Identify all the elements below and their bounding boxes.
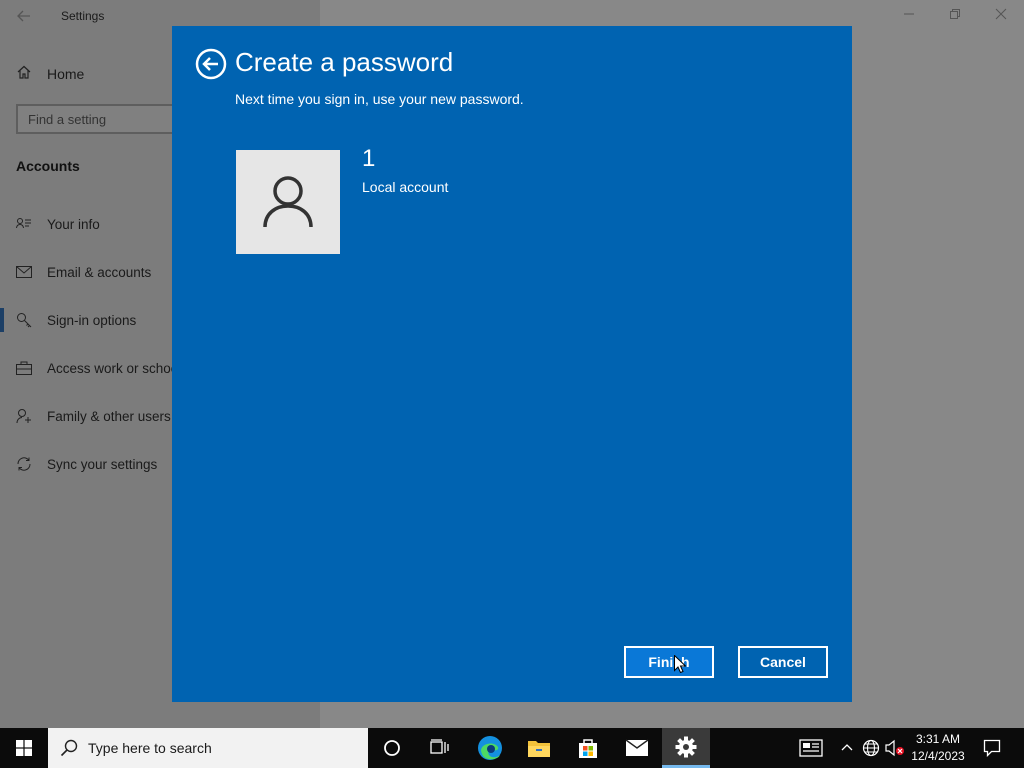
sidebar-item-label: Sync your settings (47, 456, 158, 472)
taskbar: Type here to search 3:31 AM 12/4/2023 (0, 728, 1024, 768)
sidebar-item-label: Family & other users (47, 408, 171, 424)
section-heading: Accounts (16, 158, 80, 174)
mouse-cursor-icon (674, 655, 686, 673)
person-add-icon (16, 408, 32, 424)
account-type: Local account (362, 179, 449, 195)
taskbar-search-placeholder: Type here to search (88, 740, 212, 756)
person-icon (263, 176, 313, 228)
sidebar-item-sign-in-options[interactable]: Sign-in options (0, 308, 172, 332)
sidebar-item-sync-settings[interactable]: Sync your settings (0, 452, 172, 476)
mail-icon (16, 264, 32, 280)
create-password-dialog: Create a password Next time you sign in,… (172, 26, 852, 702)
task-view-icon[interactable] (416, 728, 464, 768)
sidebar-item-label: Access work or school (47, 360, 172, 376)
find-setting-placeholder: Find a setting (28, 112, 107, 127)
contact-card-icon (16, 216, 32, 232)
account-name: 1 (362, 145, 376, 172)
file-explorer-icon[interactable] (515, 728, 563, 768)
sidebar-item-family-users[interactable]: Family & other users (0, 404, 172, 428)
sidebar-item-email-accounts[interactable]: Email & accounts (0, 260, 172, 284)
home-label: Home (47, 66, 85, 82)
key-icon (16, 312, 32, 328)
cancel-button[interactable]: Cancel (738, 646, 828, 678)
store-icon[interactable] (564, 728, 612, 768)
sidebar-item-label: Email & accounts (47, 264, 152, 280)
taskbar-clock[interactable]: 3:31 AM 12/4/2023 (908, 731, 968, 765)
edge-icon[interactable] (466, 728, 514, 768)
taskbar-search-box[interactable]: Type here to search (48, 728, 368, 768)
search-icon (60, 739, 78, 757)
close-button[interactable] (990, 6, 1012, 26)
sync-icon (16, 456, 32, 472)
clock-time: 3:31 AM (915, 732, 961, 746)
chevron-up-icon[interactable] (837, 738, 857, 758)
briefcase-icon (16, 360, 32, 376)
sidebar-item-your-info[interactable]: Your info (0, 212, 172, 236)
home-nav-item[interactable]: Home (16, 64, 84, 84)
sidebar-item-label: Your info (47, 216, 100, 232)
clock-date: 12/4/2023 (911, 749, 965, 763)
dialog-subtitle: Next time you sign in, use your new pass… (235, 91, 524, 107)
back-button[interactable] (195, 48, 227, 80)
mail-icon[interactable] (613, 728, 661, 768)
finish-button[interactable]: Finish (624, 646, 714, 678)
avatar (236, 150, 340, 254)
find-setting-input[interactable]: Find a setting (16, 104, 186, 134)
window-title: Settings (61, 9, 105, 23)
minimize-button[interactable] (898, 6, 920, 26)
news-widget-icon[interactable] (798, 738, 824, 758)
notifications-icon[interactable] (982, 738, 1002, 758)
windows-logo-icon (16, 740, 32, 756)
start-button[interactable] (0, 728, 48, 768)
back-arrow-icon[interactable] (14, 6, 34, 26)
restore-button[interactable] (944, 6, 966, 26)
settings-icon[interactable] (662, 728, 710, 768)
volume-muted-icon[interactable] (885, 738, 905, 758)
sidebar-item-label: Sign-in options (47, 312, 137, 328)
sidebar-item-access-work[interactable]: Access work or school (0, 356, 172, 380)
back-arrow-circle-icon (195, 48, 227, 80)
dialog-title: Create a password (235, 47, 454, 77)
network-globe-icon[interactable] (861, 738, 881, 758)
home-icon (16, 64, 32, 85)
cortana-icon[interactable] (368, 728, 416, 768)
